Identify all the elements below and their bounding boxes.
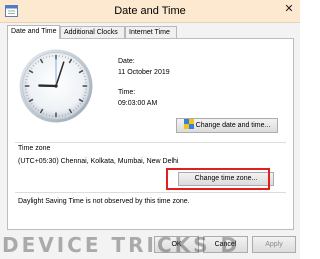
time-value: 09:03:00 AM: [118, 100, 158, 107]
date-value: 11 October 2019: [118, 69, 170, 76]
device-tricks-watermark: DEVICE TRICKS D: [2, 233, 241, 255]
close-button[interactable]: ✕: [281, 2, 297, 17]
change-time-zone-highlight: [166, 168, 270, 190]
divider-time-zone: [15, 142, 286, 143]
tab-panel: Date: 11 October 2019 Time: 09:03:00 AM …: [7, 38, 294, 230]
time-label: Time:: [118, 89, 136, 96]
change-date-time-button[interactable]: Change date and time...: [176, 118, 278, 133]
analog-clock: [19, 49, 93, 123]
window-title: Date and Time: [114, 5, 186, 17]
tab-internet-time[interactable]: Internet Time: [125, 26, 177, 38]
date-label: Date:: [118, 58, 135, 65]
tab-date-and-time[interactable]: Date and Time: [7, 25, 60, 39]
shield-icon: [183, 119, 194, 129]
dst-note: Daylight Saving Time is not observed by …: [18, 198, 190, 205]
divider-dst: [15, 192, 286, 193]
change-date-time-label: Change date and time...: [195, 122, 271, 129]
time-zone-heading: Time zone: [18, 145, 51, 152]
time-zone-value: (UTC+05:30) Chennai, Kolkata, Mumbai, Ne…: [18, 158, 179, 165]
title-bar[interactable]: Date and Time ✕: [0, 0, 300, 23]
date-time-dialog: Date and Time ✕ Date and Time Additional…: [0, 0, 300, 259]
tab-additional-clocks[interactable]: Additional Clocks: [60, 26, 125, 38]
clock-center-pin: [54, 84, 58, 88]
